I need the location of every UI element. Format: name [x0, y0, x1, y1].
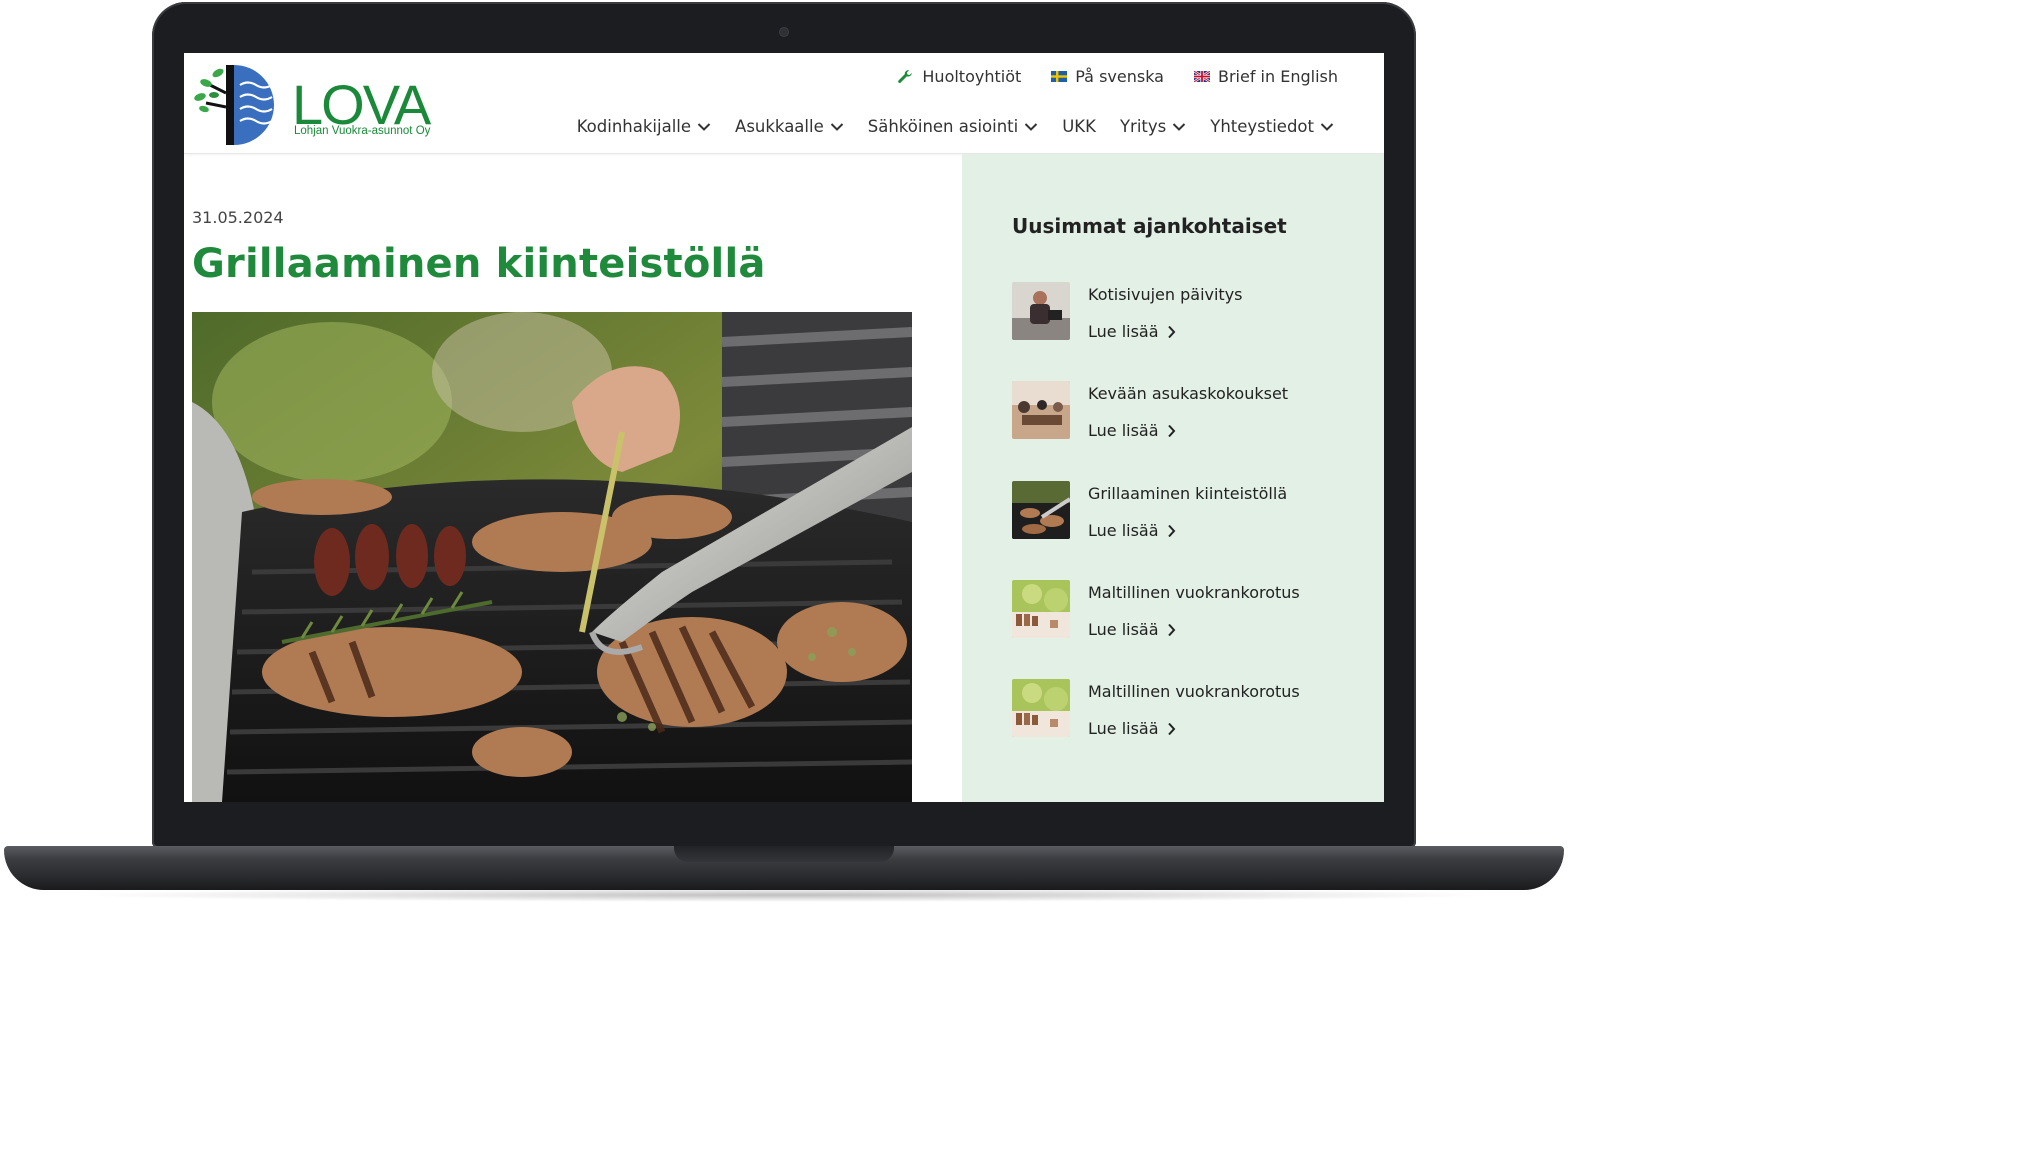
tree-lake-logo-icon [194, 65, 274, 145]
top-link-huoltoyhtiot[interactable]: Huoltoyhtiöt [896, 67, 1021, 86]
chevron-right-icon [1167, 623, 1175, 636]
top-link-english[interactable]: Brief in English [1193, 67, 1338, 86]
chevron-down-icon [1173, 122, 1186, 131]
news-thumbnail [1012, 679, 1070, 737]
utility-links: Huoltoyhtiöt På svenska Brief in English [896, 67, 1338, 86]
read-more-link[interactable]: Lue lisää [1088, 322, 1176, 341]
nav-item-kodinhakijalle[interactable]: Kodinhakijalle [577, 117, 711, 136]
read-more-link[interactable]: Lue lisää [1088, 421, 1176, 440]
nav-label: UKK [1062, 117, 1096, 136]
laptop-notch [674, 846, 894, 862]
wrench-icon [898, 69, 913, 83]
news-title: Maltillinen vuokrankorotus [1088, 682, 1300, 701]
nav-item-yhteystiedot[interactable]: Yhteystiedot [1210, 117, 1334, 136]
nav-label: Asukkaalle [735, 117, 824, 136]
chevron-right-icon [1167, 325, 1175, 338]
read-more-link[interactable]: Lue lisää [1088, 620, 1176, 639]
top-link-label: Huoltoyhtiöt [922, 67, 1022, 86]
nav-label: Yhteystiedot [1210, 117, 1314, 136]
chevron-down-icon [1025, 122, 1038, 131]
nav-item-asukkaalle[interactable]: Asukkaalle [735, 117, 844, 136]
read-more-link[interactable]: Lue lisää [1088, 521, 1176, 540]
chevron-down-icon [697, 122, 711, 131]
read-more-label: Lue lisää [1088, 620, 1159, 639]
uk-flag-icon [1193, 71, 1210, 82]
read-more-label: Lue lisää [1088, 421, 1159, 440]
site-header: LOVA Lohjan Vuokra-asunnot Oy Huoltoyhti… [184, 53, 1384, 154]
main-nav: Kodinhakijalle Asukkaalle Sähköinen asio… [577, 117, 1334, 136]
news-title: Kevään asukaskokoukset [1088, 384, 1289, 403]
nav-item-sahkoinen-asiointi[interactable]: Sähköinen asiointi [868, 117, 1038, 136]
browser-screen: LOVA Lohjan Vuokra-asunnot Oy Huoltoyhti… [184, 53, 1384, 802]
news-title: Grillaaminen kiinteistöllä [1088, 484, 1288, 503]
chevron-right-icon [1167, 424, 1175, 437]
news-thumbnail [1012, 481, 1070, 539]
top-link-svenska[interactable]: På svenska [1051, 67, 1164, 86]
chevron-right-icon [1167, 524, 1175, 537]
read-more-label: Lue lisää [1088, 521, 1159, 540]
nav-item-yritys[interactable]: Yritys [1120, 117, 1186, 136]
news-item[interactable]: Grillaaminen kiinteistöllä Lue lisää [1012, 481, 1372, 541]
top-link-label: På svenska [1075, 67, 1164, 86]
news-item[interactable]: Kevään asukaskokoukset Lue lisää [1012, 381, 1372, 441]
article-hero-image [192, 312, 912, 802]
read-more-label: Lue lisää [1088, 719, 1159, 738]
chevron-right-icon [1167, 722, 1175, 735]
read-more-link[interactable]: Lue lisää [1088, 719, 1176, 738]
site-logo[interactable]: LOVA Lohjan Vuokra-asunnot Oy [192, 63, 442, 147]
news-title: Maltillinen vuokrankorotus [1088, 583, 1300, 602]
nav-item-ukk[interactable]: UKK [1062, 117, 1096, 136]
news-title: Kotisivujen päivitys [1088, 285, 1243, 304]
news-thumbnail [1012, 282, 1070, 340]
article-date: 31.05.2024 [192, 208, 284, 227]
laptop-shadow [70, 888, 1500, 902]
chevron-down-icon [1320, 122, 1334, 131]
news-item[interactable]: Kotisivujen päivitys Lue lisää [1012, 282, 1372, 342]
news-item[interactable]: Maltillinen vuokrankorotus Lue lisää [1012, 580, 1372, 640]
news-item[interactable]: Maltillinen vuokrankorotus Lue lisää [1012, 679, 1372, 739]
read-more-label: Lue lisää [1088, 322, 1159, 341]
top-link-label: Brief in English [1217, 67, 1338, 86]
article-title: Grillaaminen kiinteistöllä [192, 241, 766, 287]
nav-label: Sähköinen asiointi [867, 117, 1019, 136]
sidebar-title: Uusimmat ajankohtaiset [1012, 214, 1287, 238]
news-thumbnail [1012, 580, 1070, 638]
latest-news-sidebar: Uusimmat ajankohtaiset Kotisivujen päivi… [962, 154, 1384, 802]
camera-icon [780, 28, 788, 36]
logo-subtitle: Lohjan Vuokra-asunnot Oy [294, 125, 431, 137]
news-thumbnail [1012, 381, 1070, 439]
chevron-down-icon [830, 122, 843, 131]
swedish-flag-icon [1051, 71, 1068, 82]
nav-label: Kodinhakijalle [576, 117, 692, 136]
nav-label: Yritys [1119, 117, 1167, 136]
